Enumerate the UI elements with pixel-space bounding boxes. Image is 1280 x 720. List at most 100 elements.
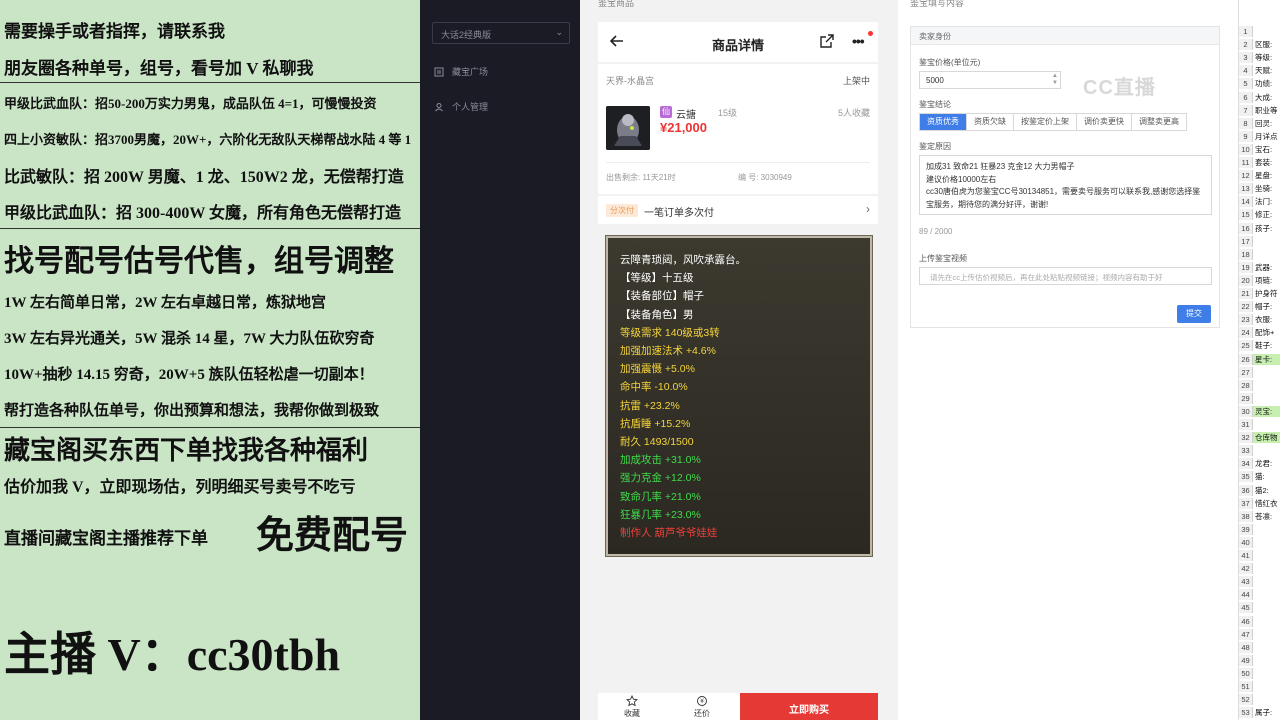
sheet-cell[interactable]: 护身符 [1253, 288, 1278, 299]
sheet-row[interactable]: 27 [1239, 366, 1280, 378]
sheet-row[interactable]: 14 法门: [1239, 196, 1280, 208]
sheet-row[interactable]: 33 [1239, 445, 1280, 457]
sheet-row[interactable]: 32 仓库物 [1239, 432, 1280, 444]
sheet-row[interactable]: 31 [1239, 419, 1280, 430]
video-link-input[interactable]: 请先在cc上传估价视频后，再在此处粘贴视频链接；视频内容有助于好 [919, 267, 1212, 285]
sheet-row[interactable]: 40 [1239, 536, 1280, 548]
sheet-row[interactable]: 28 [1239, 379, 1280, 391]
sheet-cell[interactable]: 配饰+ [1253, 327, 1274, 338]
sheet-row[interactable]: 13 坐骑: [1239, 183, 1280, 195]
sheet-cell[interactable]: 等级: [1253, 52, 1272, 63]
sheet-row[interactable]: 20 项链: [1239, 274, 1280, 286]
sheet-cell[interactable]: 月详点 [1253, 131, 1278, 142]
sheet-row[interactable]: 24 配饰+ [1239, 327, 1280, 339]
sheet-cell[interactable]: 宝石: [1253, 144, 1272, 155]
sheet-row[interactable]: 12 星盘: [1239, 170, 1280, 182]
sheet-row[interactable]: 16 孩子: [1239, 222, 1280, 234]
sheet-cell[interactable]: 功绩: [1253, 78, 1272, 89]
option-sell-higher[interactable]: 调整卖更高 [1132, 114, 1186, 130]
sheet-row[interactable]: 49 [1239, 654, 1280, 666]
sheet-row[interactable]: 51 [1239, 681, 1280, 692]
sheet-row[interactable]: 29 [1239, 392, 1280, 404]
sheet-row[interactable]: 17 [1239, 235, 1280, 247]
more-icon[interactable]: ••• [852, 34, 865, 48]
sheet-cell[interactable]: 区服: [1253, 39, 1272, 50]
sheet-row[interactable]: 3 等级: [1239, 52, 1280, 64]
sheet-cell[interactable]: 猫: [1253, 471, 1265, 482]
sheet-row[interactable]: 34 龙君: [1239, 458, 1280, 470]
sheet-cell[interactable]: 猫2: [1253, 485, 1269, 496]
sheet-cell[interactable]: 星卡: [1253, 354, 1272, 365]
sheet-row[interactable]: 10 宝石: [1239, 143, 1280, 155]
version-select[interactable]: 大话2经典版 ⌄ [432, 22, 570, 44]
reason-textarea[interactable]: 加成31 致命21 狂暴23 克金12 大力男帽子 建议价格10000左右 cc… [919, 155, 1212, 215]
sheet-cell[interactable]: 星盘: [1253, 170, 1272, 181]
sheet-row[interactable]: 15 修正: [1239, 209, 1280, 221]
sheet-row[interactable]: 18 [1239, 248, 1280, 260]
sheet-cell[interactable]: 属子: [1253, 707, 1272, 718]
sheet-cell[interactable]: 坐骑: [1253, 183, 1272, 194]
sheet-cell[interactable]: 帽子: [1253, 301, 1272, 312]
sheet-row[interactable]: 37 惜红衣 [1239, 497, 1280, 509]
favorite-button[interactable]: 收藏 [612, 694, 652, 719]
sheet-cell[interactable]: 苍凛: [1253, 511, 1272, 522]
sheet-row[interactable]: 6 大成: [1239, 91, 1280, 103]
sheet-row[interactable]: 48 [1239, 641, 1280, 653]
sheet-row[interactable]: 41 [1239, 550, 1280, 561]
sheet-row[interactable]: 38 苍凛: [1239, 510, 1280, 522]
sheet-row[interactable]: 52 [1239, 694, 1280, 706]
sheet-row[interactable]: 53 属子: [1239, 707, 1280, 719]
installment-row[interactable]: 分次付 一笔订单多次付 › [598, 196, 878, 224]
sheet-row[interactable]: 47 [1239, 628, 1280, 640]
sheet-cell[interactable]: 龙君: [1253, 458, 1272, 469]
sheet-cell[interactable]: 职业等 [1253, 105, 1278, 116]
sheet-row[interactable]: 1 [1239, 26, 1280, 37]
sheet-row[interactable]: 35 猫: [1239, 471, 1280, 483]
sheet-cell[interactable]: 法门: [1253, 196, 1272, 207]
sheet-cell[interactable]: 项链: [1253, 275, 1272, 286]
sheet-row[interactable]: 26 星卡: [1239, 353, 1280, 365]
sheet-cell[interactable]: 惜红衣 [1253, 498, 1278, 509]
sheet-row[interactable]: 39 [1239, 523, 1280, 535]
stepper-icon[interactable]: ▲ ▼ [1052, 73, 1058, 87]
price-input[interactable]: 5000 ▲ ▼ [919, 71, 1061, 89]
sheet-row[interactable]: 50 [1239, 667, 1280, 679]
buy-now-button[interactable]: 立即购买 [740, 693, 878, 720]
character-thumbnail[interactable] [606, 106, 650, 150]
submit-button[interactable]: 提交 [1177, 305, 1211, 323]
sheet-row[interactable]: 46 [1239, 615, 1280, 627]
option-sell-faster[interactable]: 调价卖更快 [1077, 114, 1132, 130]
option-list-at-price[interactable]: 按鉴定价上架 [1014, 114, 1077, 130]
sheet-row[interactable]: 7 职业等 [1239, 104, 1280, 116]
sidebar-item-plaza[interactable]: 藏宝广场 [434, 65, 488, 78]
sheet-row[interactable]: 22 帽子: [1239, 301, 1280, 313]
sheet-row[interactable]: 2 区服: [1239, 39, 1280, 51]
sheet-row[interactable]: 23 衣服: [1239, 314, 1280, 326]
sheet-cell[interactable]: 天赋: [1253, 65, 1272, 76]
sheet-cell[interactable]: 套装: [1253, 157, 1272, 168]
bargain-button[interactable]: ¥ 还价 [682, 695, 722, 719]
sheet-cell[interactable]: 仓库物 [1253, 432, 1278, 443]
sheet-row[interactable]: 25 鞋子: [1239, 340, 1280, 352]
sheet-cell[interactable]: 大成: [1253, 92, 1272, 103]
sheet-row[interactable]: 11 套装: [1239, 157, 1280, 168]
option-lacking[interactable]: 资质欠缺 [967, 114, 1014, 130]
sheet-row[interactable]: 8 回灵: [1239, 117, 1280, 129]
sheet-row[interactable]: 36 猫2: [1239, 484, 1280, 496]
sheet-cell[interactable]: 鞋子: [1253, 340, 1272, 351]
sheet-row[interactable]: 30 灵宝: [1239, 405, 1280, 417]
sheet-row[interactable]: 43 [1239, 576, 1280, 588]
sheet-cell[interactable]: 修正: [1253, 209, 1272, 220]
sheet-cell[interactable]: 武器: [1253, 262, 1272, 273]
sheet-cell[interactable]: 回灵: [1253, 118, 1272, 129]
sheet-row[interactable]: 19 武器: [1239, 261, 1280, 273]
sheet-cell[interactable]: 孩子: [1253, 223, 1272, 234]
share-icon[interactable] [820, 34, 834, 48]
option-excellent[interactable]: 资质优秀 [920, 114, 967, 130]
sheet-row[interactable]: 4 天赋: [1239, 65, 1280, 77]
sheet-row[interactable]: 44 [1239, 589, 1280, 601]
sheet-cell[interactable]: 衣服: [1253, 314, 1272, 325]
sidebar-item-personal[interactable]: 个人管理 [434, 100, 488, 113]
sheet-row[interactable]: 5 功绩: [1239, 78, 1280, 90]
sheet-cell[interactable]: 灵宝: [1253, 406, 1272, 417]
